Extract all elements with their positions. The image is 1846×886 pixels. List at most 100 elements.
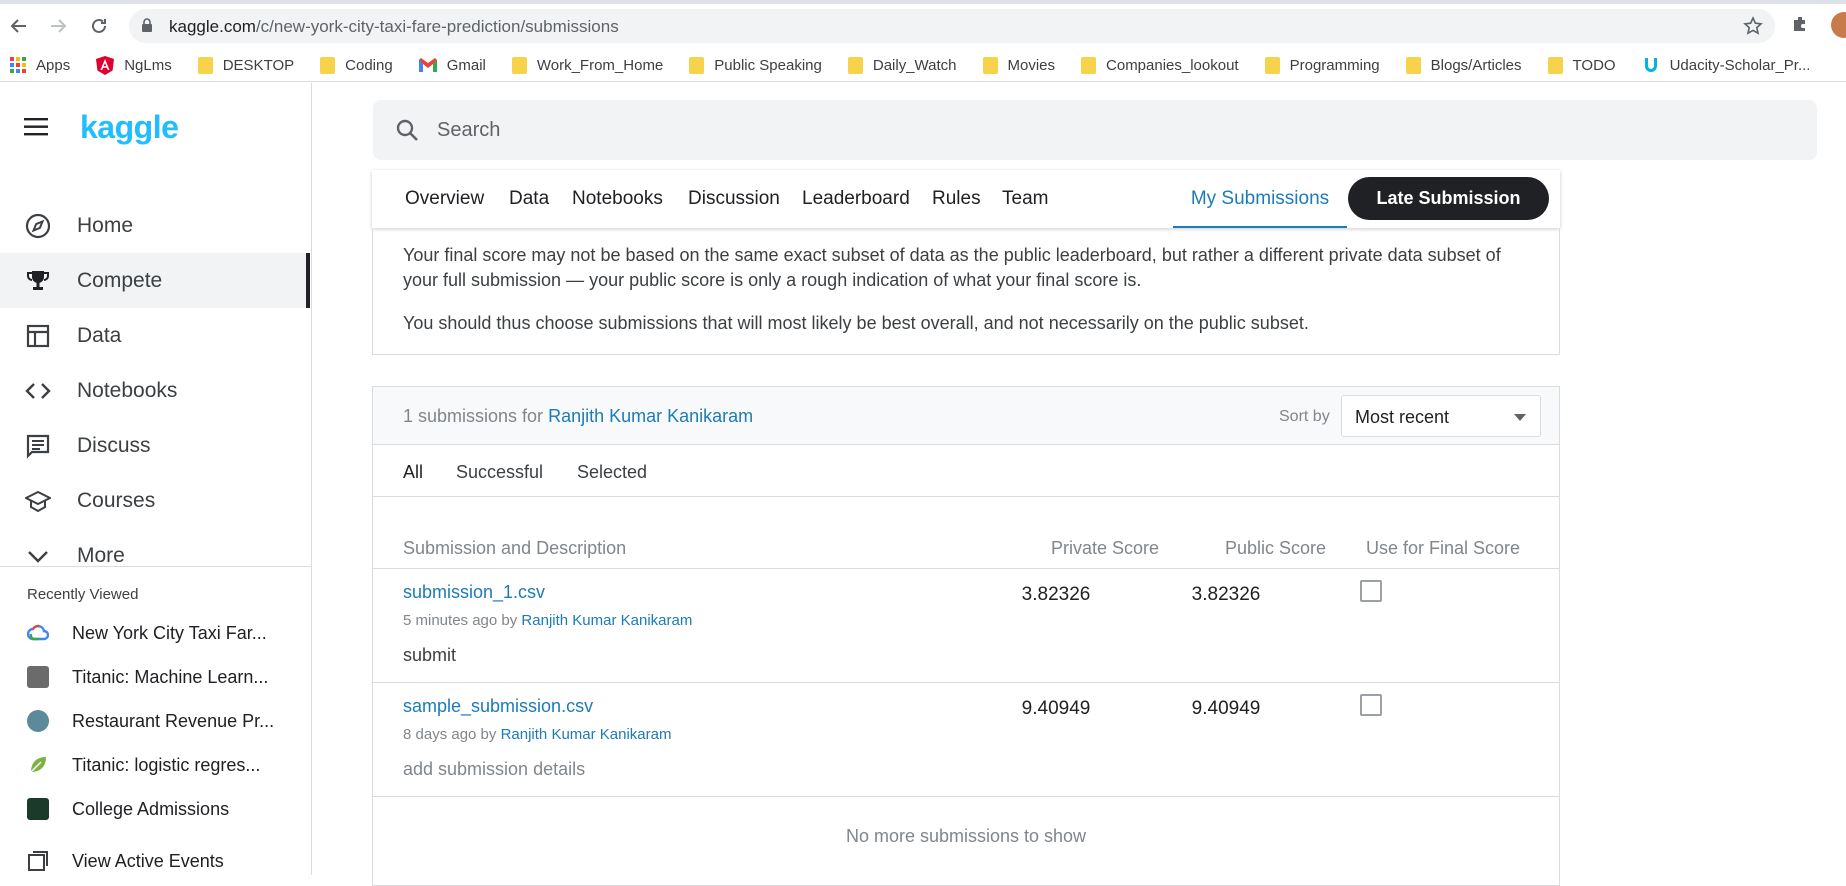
filter-successful[interactable]: Successful — [456, 462, 543, 483]
submissions-user-link[interactable]: Ranjith Kumar Kanikaram — [548, 406, 753, 426]
tab-rules[interactable]: Rules — [932, 188, 981, 210]
submission-user-link[interactable]: Ranjith Kumar Kanikaram — [501, 726, 672, 743]
score-info-card: Your final score may not be based on the… — [372, 228, 1560, 355]
sort-select[interactable]: Most recent — [1341, 395, 1541, 437]
bookmark-label: Gmail — [446, 56, 486, 74]
sidebar-item-discuss[interactable]: Discuss — [0, 418, 310, 473]
bookmark-daily-watch[interactable]: Daily_Watch — [847, 56, 957, 74]
back-icon[interactable] — [5, 12, 33, 40]
score-info-paragraph: Your final score may not be based on the… — [403, 245, 1501, 290]
bookmark-label: Companies_lookout — [1106, 56, 1239, 74]
recent-item[interactable]: Restaurant Revenue Pr... — [0, 699, 310, 743]
folder-icon — [982, 56, 998, 74]
forward-icon[interactable] — [44, 12, 72, 40]
sidebar-item-label: Courses — [77, 488, 156, 512]
sidebar-item-label: Notebooks — [77, 378, 178, 402]
sort-value: Most recent — [1355, 407, 1450, 427]
bookmark-companies-lookout[interactable]: Companies_lookout — [1081, 56, 1239, 74]
tab-discussion[interactable]: Discussion — [688, 188, 780, 210]
tab-leaderboard[interactable]: Leaderboard — [802, 188, 910, 210]
no-more-submissions: No more submissions to show — [845, 826, 1087, 846]
gmail-icon — [418, 58, 437, 72]
restaurant-thumbnail-icon — [27, 710, 49, 732]
sidebar-item-label: Data — [77, 323, 122, 347]
address-bar[interactable]: kaggle.com/c/new-york-city-taxi-fare-pre… — [129, 9, 1775, 43]
final-score-checkbox[interactable] — [1360, 694, 1382, 716]
sidebar-item-courses[interactable]: Courses — [0, 473, 310, 528]
sidebar-item-home[interactable]: Home — [0, 198, 310, 253]
filter-all[interactable]: All — [403, 462, 423, 483]
folder-icon — [689, 56, 705, 74]
bookmark-apps[interactable]: Apps — [10, 57, 70, 74]
folder-icon — [1264, 56, 1280, 74]
recent-item[interactable]: College Admissions — [0, 787, 310, 831]
bookmark-nglms[interactable]: NgLms — [96, 55, 172, 75]
apps-grid-icon — [10, 57, 26, 73]
column-header-private-score: Private Score — [1051, 538, 1160, 558]
sidebar-divider — [0, 566, 312, 567]
search-input[interactable] — [437, 114, 1737, 146]
submission-file-link[interactable]: submission_1.csv — [403, 582, 545, 603]
recent-item[interactable]: New York City Taxi Far... — [0, 611, 310, 655]
trophy-icon — [24, 267, 52, 295]
kaggle-logo[interactable]: kaggle — [80, 109, 179, 146]
bookmark-label: Public Speaking — [714, 56, 822, 74]
sidebar-item-data[interactable]: Data — [0, 308, 310, 363]
bookmark-desktop[interactable]: DESKTOP — [197, 56, 295, 74]
submission-file-link[interactable]: sample_submission.csv — [403, 696, 593, 717]
tab-strip — [0, 0, 1846, 4]
bookmark-work-from-home[interactable]: Work_From_Home — [511, 56, 663, 74]
score-info-paragraph: You should thus choose submissions that … — [403, 313, 1309, 333]
tab-team[interactable]: Team — [1002, 188, 1048, 210]
recent-item[interactable]: Titanic: logistic regres... — [0, 743, 310, 787]
submission-description: submit — [403, 645, 457, 665]
bookmark-gmail[interactable]: Gmail — [418, 56, 486, 74]
submission-user-link[interactable]: Ranjith Kumar Kanikaram — [521, 612, 692, 629]
submissions-card: 1 submissions for Ranjith Kumar Kanikara… — [372, 386, 1560, 886]
extensions-icon[interactable] — [1791, 14, 1811, 39]
bookmark-label: Blogs/Articles — [1430, 56, 1522, 74]
table-icon — [24, 322, 52, 350]
compass-icon — [24, 212, 52, 240]
sidebar: kaggle Home Compete Data Notebooks Discu… — [0, 83, 312, 875]
bookmark-star-icon[interactable] — [1743, 16, 1763, 41]
bookmark-label: DESKTOP — [222, 56, 295, 74]
late-submission-button[interactable]: Late Submission — [1348, 177, 1549, 220]
bookmark-blogs-articles[interactable]: Blogs/Articles — [1405, 56, 1522, 74]
add-submission-details-link[interactable]: add submission details — [403, 759, 585, 780]
bookmark-udacity[interactable]: Udacity-Scholar_Pr... — [1642, 56, 1810, 74]
profile-avatar[interactable] — [1831, 12, 1846, 38]
search-icon — [395, 118, 419, 147]
sidebar-item-label: Home — [77, 213, 134, 237]
filter-selected[interactable]: Selected — [577, 462, 647, 483]
submission-filters: All Successful Selected — [373, 445, 1559, 497]
hamburger-menu-icon[interactable] — [24, 117, 50, 142]
folder-icon — [1405, 56, 1421, 74]
public-score: 9.40949 — [1191, 698, 1261, 719]
tab-data[interactable]: Data — [509, 188, 549, 210]
column-header-submission: Submission and Description — [403, 538, 627, 558]
bookmark-todo[interactable]: TODO — [1547, 56, 1616, 74]
sidebar-item-label: Compete — [77, 268, 163, 292]
bookmark-label: TODO — [1572, 56, 1616, 74]
reload-icon[interactable] — [85, 12, 113, 40]
sidebar-item-more[interactable]: More — [0, 528, 310, 583]
bookmark-coding[interactable]: Coding — [320, 56, 393, 74]
submissions-header: 1 submissions for Ranjith Kumar Kanikara… — [373, 387, 1559, 445]
bookmark-label: Programming — [1289, 56, 1380, 74]
final-score-checkbox[interactable] — [1360, 580, 1382, 602]
sidebar-item-label: Discuss — [77, 433, 151, 457]
view-active-events[interactable]: View Active Events — [0, 839, 310, 883]
sidebar-item-notebooks[interactable]: Notebooks — [0, 363, 310, 418]
bookmark-movies[interactable]: Movies — [982, 56, 1055, 74]
tab-notebooks[interactable]: Notebooks — [572, 188, 663, 210]
recent-item[interactable]: Titanic: Machine Learn... — [0, 655, 310, 699]
bookmark-label: Apps — [36, 56, 71, 74]
folder-icon — [1547, 56, 1563, 74]
sidebar-item-compete[interactable]: Compete — [0, 253, 310, 308]
tab-my-submissions[interactable]: My Submissions — [1173, 170, 1347, 228]
bookmark-public-speaking[interactable]: Public Speaking — [689, 56, 822, 74]
tab-overview[interactable]: Overview — [405, 188, 484, 210]
bookmark-programming[interactable]: Programming — [1264, 56, 1380, 74]
sidebar-item-label: More — [77, 543, 125, 567]
